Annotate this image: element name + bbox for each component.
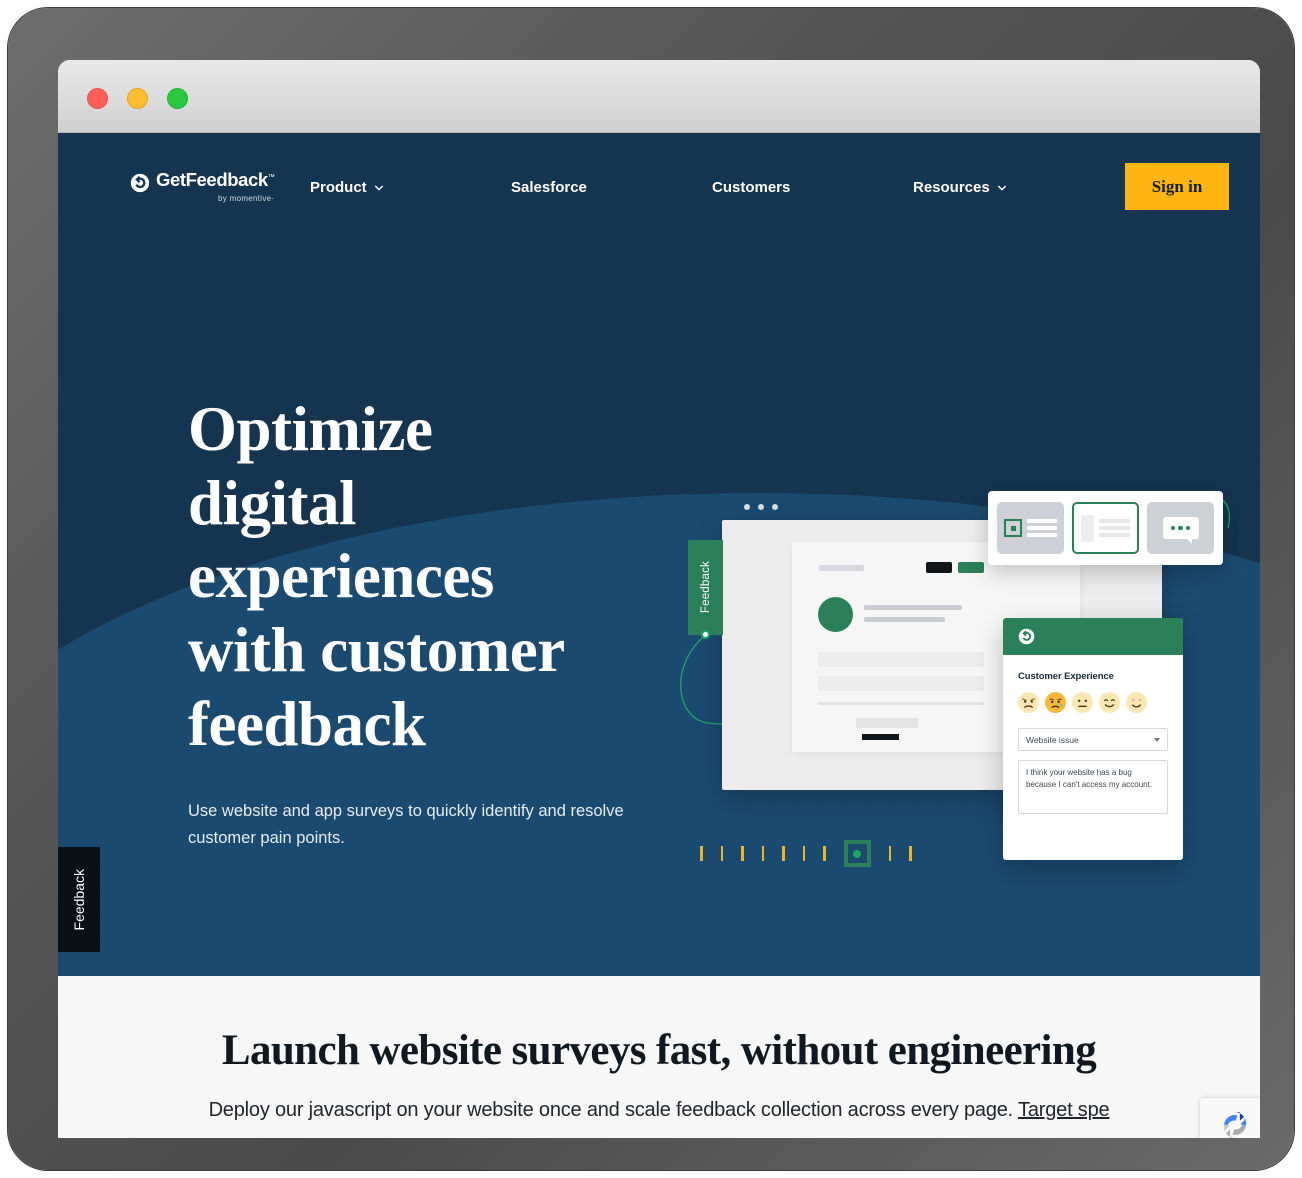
survey-widget-body: Customer Experience Website issue I thin… — [1003, 655, 1183, 814]
skeleton-title-bar — [819, 565, 864, 571]
nav-item-product[interactable]: Product — [310, 179, 384, 196]
placeholder-lines — [1099, 519, 1130, 537]
logo-text-block: GetFeedback™ by momentive· — [156, 169, 275, 203]
layout-options-panel — [988, 491, 1223, 565]
angry-face-emoji[interactable] — [1018, 692, 1039, 713]
survey-comment-field[interactable]: I think your website has a bug because I… — [1018, 760, 1168, 814]
skeleton-green-button — [958, 562, 984, 573]
tick-mark — [909, 846, 912, 861]
skeleton-block — [818, 652, 984, 667]
survey-question: Customer Experience — [1018, 671, 1114, 682]
nav-item-customers[interactable]: Customers — [712, 179, 790, 196]
bottom-section-link[interactable]: Target spe — [1018, 1099, 1110, 1121]
nav-item-resources-label: Resources — [913, 179, 990, 196]
chevron-down-icon — [374, 185, 383, 191]
brand-tagline: by momentive· — [218, 193, 275, 203]
illustration-feedback-tab[interactable]: Feedback — [688, 540, 723, 635]
tick-mark — [823, 846, 826, 861]
skeleton-line — [864, 605, 962, 610]
tick-mark — [802, 846, 805, 861]
skeleton-block — [856, 718, 918, 728]
page-feedback-tab[interactable]: Feedback — [58, 847, 100, 952]
survey-widget-header — [1003, 618, 1183, 655]
avatar — [818, 597, 853, 632]
nav-item-resources[interactable]: Resources — [913, 179, 1007, 196]
tick-selected-marker[interactable] — [843, 840, 871, 867]
getfeedback-swirl-icon — [130, 173, 150, 193]
brand-name-text: GetFeedback — [156, 169, 268, 190]
window-minimize-button[interactable] — [127, 88, 148, 109]
hero-title: Optimize digital experiences with custom… — [188, 394, 565, 759]
connector-node-left — [701, 630, 710, 639]
skeleton-line — [864, 617, 945, 622]
trademark-symbol: ™ — [267, 173, 275, 181]
hero-subtitle: Use website and app surveys to quickly i… — [188, 802, 624, 848]
survey-category-value: Website issue — [1026, 734, 1079, 745]
emoji-rating-scale — [1018, 692, 1168, 713]
layout-option-chat-bubble[interactable] — [1147, 502, 1214, 554]
image-block-icon — [1081, 514, 1094, 542]
getfeedback-logo[interactable]: GetFeedback™ by momentive· — [130, 169, 275, 203]
tick-mark — [700, 846, 703, 861]
square-dot-icon — [1004, 519, 1022, 537]
sign-in-button[interactable]: Sign in — [1125, 163, 1229, 210]
device-screen: GetFeedback™ by momentive· Product Sales… — [58, 60, 1260, 1138]
bottom-section: Launch website surveys fast, without eng… — [58, 976, 1260, 1138]
chat-bubble-icon — [1162, 517, 1199, 544]
site-navigation: GetFeedback™ by momentive· Product Sales… — [58, 133, 1260, 263]
nav-item-salesforce[interactable]: Salesforce — [511, 179, 587, 196]
tick-mark — [720, 846, 723, 861]
skeleton-divider — [818, 702, 984, 705]
window-maximize-button[interactable] — [167, 88, 188, 109]
recaptcha-logo-icon — [1223, 1112, 1247, 1138]
recaptcha-badge[interactable] — [1200, 1098, 1260, 1138]
nav-item-salesforce-label: Salesforce — [511, 179, 587, 196]
layout-option-icon-left[interactable] — [997, 502, 1064, 554]
placeholder-lines — [1027, 519, 1057, 537]
layout-option-image-left[interactable] — [1072, 502, 1139, 554]
bottom-section-title: Launch website surveys fast, without eng… — [221, 1027, 1097, 1074]
window-close-button[interactable] — [87, 88, 108, 109]
skeleton-dark-bar — [862, 734, 899, 740]
tick-mark — [761, 846, 764, 861]
caret-down-icon — [1154, 737, 1160, 742]
smiling-face-emoji[interactable] — [1099, 692, 1120, 713]
heart-eyes-emoji[interactable] — [1126, 692, 1147, 713]
survey-widget: Customer Experience Website issue I thin… — [1003, 618, 1183, 860]
neutral-face-emoji[interactable] — [1072, 692, 1093, 713]
getfeedback-swirl-icon — [1018, 628, 1035, 645]
skeleton-block — [818, 676, 984, 691]
nav-item-customers-label: Customers — [712, 179, 791, 196]
page-feedback-tab-label: Feedback — [71, 868, 87, 931]
illustration-browser-dots — [744, 504, 778, 510]
tick-mark — [888, 846, 891, 861]
survey-category-dropdown[interactable]: Website issue — [1018, 728, 1168, 751]
chevron-down-icon — [997, 185, 1006, 191]
browser-titlebar — [58, 60, 1260, 133]
illustration-feedback-tab-label: Feedback — [699, 561, 712, 614]
bottom-section-body-text: Deploy our javascript on your website on… — [208, 1099, 1019, 1121]
worried-face-emoji[interactable] — [1045, 692, 1066, 713]
device-frame: GetFeedback™ by momentive· Product Sales… — [8, 8, 1294, 1170]
tick-mark — [782, 846, 785, 861]
brand-name: GetFeedback™ — [156, 169, 275, 190]
tick-selector-bar — [700, 840, 912, 867]
nav-item-product-label: Product — [310, 179, 367, 196]
hero-section: GetFeedback™ by momentive· Product Sales… — [58, 133, 1260, 976]
hero-illustration: Feedback Customer Experience Website iss… — [680, 488, 1248, 868]
bottom-section-body: Deploy our javascript on your website on… — [58, 1099, 1260, 1122]
skeleton-dark-button — [926, 562, 952, 573]
tick-mark — [741, 846, 744, 861]
